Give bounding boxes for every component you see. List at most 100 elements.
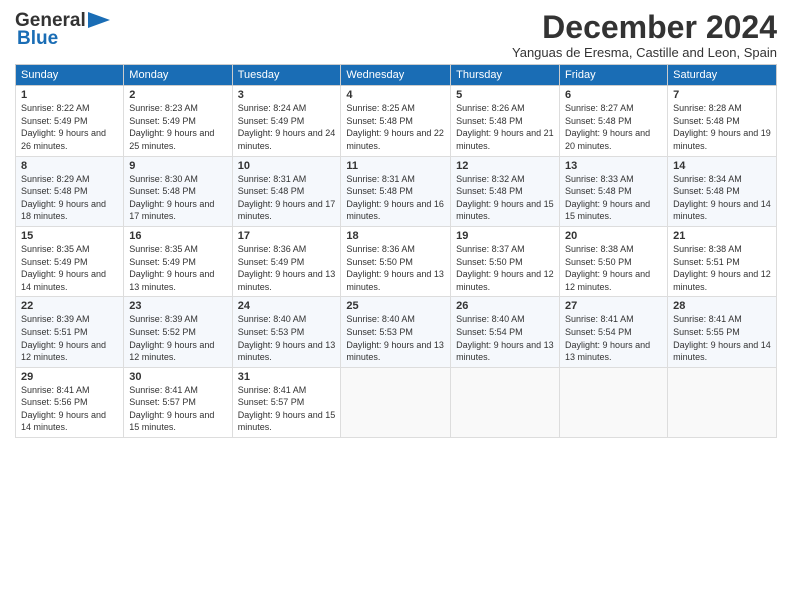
- calendar-cell: 24Sunrise: 8:40 AMSunset: 5:53 PMDayligh…: [232, 297, 341, 367]
- calendar-cell: [341, 367, 451, 437]
- day-number: 6: [565, 89, 662, 101]
- cell-info: Sunrise: 8:26 AMSunset: 5:48 PMDaylight:…: [456, 102, 554, 152]
- logo: General Blue: [15, 10, 110, 50]
- calendar-cell: [668, 367, 777, 437]
- calendar-cell: 26Sunrise: 8:40 AMSunset: 5:54 PMDayligh…: [451, 297, 560, 367]
- cell-info: Sunrise: 8:38 AMSunset: 5:50 PMDaylight:…: [565, 243, 662, 293]
- month-title: December 2024: [512, 10, 777, 45]
- col-header-saturday: Saturday: [668, 65, 777, 86]
- cell-info: Sunrise: 8:41 AMSunset: 5:57 PMDaylight:…: [129, 384, 226, 434]
- day-number: 28: [673, 300, 771, 312]
- calendar-cell: 4Sunrise: 8:25 AMSunset: 5:48 PMDaylight…: [341, 86, 451, 156]
- calendar-week-1: 1Sunrise: 8:22 AMSunset: 5:49 PMDaylight…: [16, 86, 777, 156]
- page: General Blue December 2024 Yanguas de Er…: [0, 0, 792, 612]
- calendar-week-4: 22Sunrise: 8:39 AMSunset: 5:51 PMDayligh…: [16, 297, 777, 367]
- day-number: 3: [238, 89, 336, 101]
- calendar-cell: 8Sunrise: 8:29 AMSunset: 5:48 PMDaylight…: [16, 156, 124, 226]
- day-number: 12: [456, 160, 554, 172]
- calendar-cell: 22Sunrise: 8:39 AMSunset: 5:51 PMDayligh…: [16, 297, 124, 367]
- day-number: 9: [129, 160, 226, 172]
- calendar-cell: 23Sunrise: 8:39 AMSunset: 5:52 PMDayligh…: [124, 297, 232, 367]
- calendar-cell: 17Sunrise: 8:36 AMSunset: 5:49 PMDayligh…: [232, 226, 341, 296]
- col-header-sunday: Sunday: [16, 65, 124, 86]
- cell-info: Sunrise: 8:39 AMSunset: 5:51 PMDaylight:…: [21, 313, 118, 363]
- location-subtitle: Yanguas de Eresma, Castille and Leon, Sp…: [512, 45, 777, 60]
- calendar-cell: 10Sunrise: 8:31 AMSunset: 5:48 PMDayligh…: [232, 156, 341, 226]
- day-number: 31: [238, 371, 336, 383]
- calendar-cell: 29Sunrise: 8:41 AMSunset: 5:56 PMDayligh…: [16, 367, 124, 437]
- calendar-cell: 5Sunrise: 8:26 AMSunset: 5:48 PMDaylight…: [451, 86, 560, 156]
- cell-info: Sunrise: 8:41 AMSunset: 5:55 PMDaylight:…: [673, 313, 771, 363]
- calendar-cell: 27Sunrise: 8:41 AMSunset: 5:54 PMDayligh…: [560, 297, 668, 367]
- calendar-cell: 7Sunrise: 8:28 AMSunset: 5:48 PMDaylight…: [668, 86, 777, 156]
- cell-info: Sunrise: 8:37 AMSunset: 5:50 PMDaylight:…: [456, 243, 554, 293]
- day-number: 18: [346, 230, 445, 242]
- cell-info: Sunrise: 8:31 AMSunset: 5:48 PMDaylight:…: [346, 173, 445, 223]
- calendar-cell: 6Sunrise: 8:27 AMSunset: 5:48 PMDaylight…: [560, 86, 668, 156]
- cell-info: Sunrise: 8:33 AMSunset: 5:48 PMDaylight:…: [565, 173, 662, 223]
- day-number: 19: [456, 230, 554, 242]
- cell-info: Sunrise: 8:36 AMSunset: 5:50 PMDaylight:…: [346, 243, 445, 293]
- calendar-cell: [560, 367, 668, 437]
- day-number: 11: [346, 160, 445, 172]
- calendar-table: SundayMondayTuesdayWednesdayThursdayFrid…: [15, 64, 777, 438]
- day-number: 20: [565, 230, 662, 242]
- cell-info: Sunrise: 8:40 AMSunset: 5:54 PMDaylight:…: [456, 313, 554, 363]
- day-number: 21: [673, 230, 771, 242]
- cell-info: Sunrise: 8:25 AMSunset: 5:48 PMDaylight:…: [346, 102, 445, 152]
- day-number: 24: [238, 300, 336, 312]
- calendar-cell: 19Sunrise: 8:37 AMSunset: 5:50 PMDayligh…: [451, 226, 560, 296]
- cell-info: Sunrise: 8:24 AMSunset: 5:49 PMDaylight:…: [238, 102, 336, 152]
- calendar-cell: 11Sunrise: 8:31 AMSunset: 5:48 PMDayligh…: [341, 156, 451, 226]
- day-number: 30: [129, 371, 226, 383]
- calendar-cell: 15Sunrise: 8:35 AMSunset: 5:49 PMDayligh…: [16, 226, 124, 296]
- calendar-cell: 1Sunrise: 8:22 AMSunset: 5:49 PMDaylight…: [16, 86, 124, 156]
- day-number: 16: [129, 230, 226, 242]
- logo-flag-icon: [88, 12, 110, 28]
- cell-info: Sunrise: 8:23 AMSunset: 5:49 PMDaylight:…: [129, 102, 226, 152]
- cell-info: Sunrise: 8:35 AMSunset: 5:49 PMDaylight:…: [21, 243, 118, 293]
- day-number: 15: [21, 230, 118, 242]
- title-section: December 2024 Yanguas de Eresma, Castill…: [512, 10, 777, 60]
- calendar-cell: 14Sunrise: 8:34 AMSunset: 5:48 PMDayligh…: [668, 156, 777, 226]
- calendar-cell: 2Sunrise: 8:23 AMSunset: 5:49 PMDaylight…: [124, 86, 232, 156]
- col-header-monday: Monday: [124, 65, 232, 86]
- day-number: 7: [673, 89, 771, 101]
- cell-info: Sunrise: 8:34 AMSunset: 5:48 PMDaylight:…: [673, 173, 771, 223]
- cell-info: Sunrise: 8:41 AMSunset: 5:57 PMDaylight:…: [238, 384, 336, 434]
- cell-info: Sunrise: 8:22 AMSunset: 5:49 PMDaylight:…: [21, 102, 118, 152]
- day-number: 26: [456, 300, 554, 312]
- calendar-cell: 31Sunrise: 8:41 AMSunset: 5:57 PMDayligh…: [232, 367, 341, 437]
- calendar-cell: 21Sunrise: 8:38 AMSunset: 5:51 PMDayligh…: [668, 226, 777, 296]
- calendar-cell: 16Sunrise: 8:35 AMSunset: 5:49 PMDayligh…: [124, 226, 232, 296]
- day-number: 27: [565, 300, 662, 312]
- cell-info: Sunrise: 8:31 AMSunset: 5:48 PMDaylight:…: [238, 173, 336, 223]
- cell-info: Sunrise: 8:32 AMSunset: 5:48 PMDaylight:…: [456, 173, 554, 223]
- calendar-cell: 25Sunrise: 8:40 AMSunset: 5:53 PMDayligh…: [341, 297, 451, 367]
- col-header-friday: Friday: [560, 65, 668, 86]
- cell-info: Sunrise: 8:29 AMSunset: 5:48 PMDaylight:…: [21, 173, 118, 223]
- calendar-cell: 28Sunrise: 8:41 AMSunset: 5:55 PMDayligh…: [668, 297, 777, 367]
- cell-info: Sunrise: 8:40 AMSunset: 5:53 PMDaylight:…: [238, 313, 336, 363]
- cell-info: Sunrise: 8:39 AMSunset: 5:52 PMDaylight:…: [129, 313, 226, 363]
- cell-info: Sunrise: 8:36 AMSunset: 5:49 PMDaylight:…: [238, 243, 336, 293]
- cell-info: Sunrise: 8:41 AMSunset: 5:54 PMDaylight:…: [565, 313, 662, 363]
- cell-info: Sunrise: 8:38 AMSunset: 5:51 PMDaylight:…: [673, 243, 771, 293]
- day-number: 17: [238, 230, 336, 242]
- col-header-tuesday: Tuesday: [232, 65, 341, 86]
- cell-info: Sunrise: 8:27 AMSunset: 5:48 PMDaylight:…: [565, 102, 662, 152]
- calendar-cell: 3Sunrise: 8:24 AMSunset: 5:49 PMDaylight…: [232, 86, 341, 156]
- day-number: 1: [21, 89, 118, 101]
- day-number: 10: [238, 160, 336, 172]
- calendar-week-5: 29Sunrise: 8:41 AMSunset: 5:56 PMDayligh…: [16, 367, 777, 437]
- day-number: 4: [346, 89, 445, 101]
- col-header-wednesday: Wednesday: [341, 65, 451, 86]
- cell-info: Sunrise: 8:28 AMSunset: 5:48 PMDaylight:…: [673, 102, 771, 152]
- day-number: 13: [565, 160, 662, 172]
- col-header-thursday: Thursday: [451, 65, 560, 86]
- calendar-cell: 9Sunrise: 8:30 AMSunset: 5:48 PMDaylight…: [124, 156, 232, 226]
- day-number: 5: [456, 89, 554, 101]
- day-number: 22: [21, 300, 118, 312]
- cell-info: Sunrise: 8:35 AMSunset: 5:49 PMDaylight:…: [129, 243, 226, 293]
- cell-info: Sunrise: 8:30 AMSunset: 5:48 PMDaylight:…: [129, 173, 226, 223]
